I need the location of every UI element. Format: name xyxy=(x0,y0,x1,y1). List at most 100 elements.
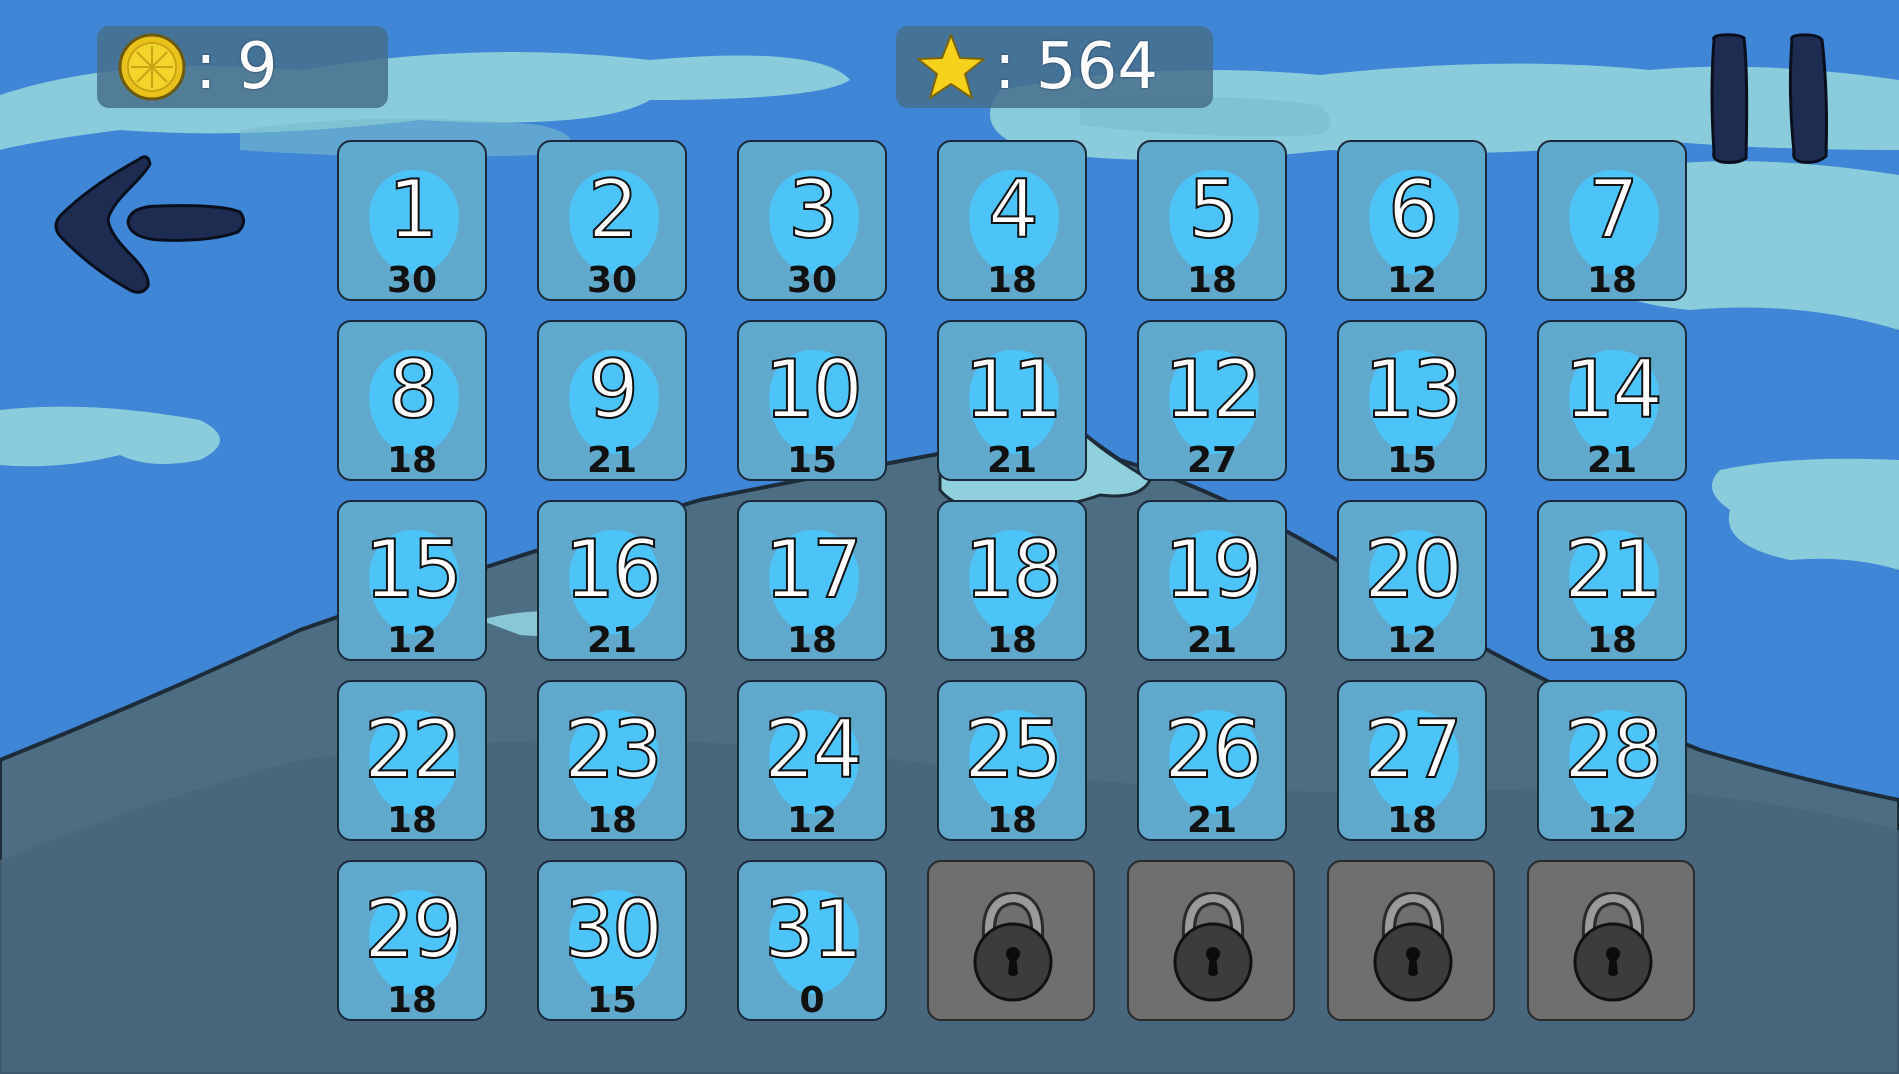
level-star-score: 12 xyxy=(1586,800,1638,841)
level-star-score: 18 xyxy=(786,620,838,661)
level-star-score: 21 xyxy=(986,440,1038,481)
level-tile-19[interactable]: 19 21 xyxy=(1137,500,1287,661)
level-tile-11[interactable]: 11 21 xyxy=(937,320,1087,481)
level-number: 30 xyxy=(563,883,664,976)
level-star-score: 18 xyxy=(1186,260,1238,301)
level-tile-21[interactable]: 21 18 xyxy=(1537,500,1687,661)
level-star-score: 21 xyxy=(1186,800,1238,841)
level-star-score: 30 xyxy=(786,260,838,301)
level-tile-29[interactable]: 29 18 xyxy=(337,860,487,1021)
locked-level-tile[interactable] xyxy=(1127,860,1295,1021)
level-star-score: 15 xyxy=(586,980,638,1021)
level-star-score: 18 xyxy=(386,440,438,481)
level-tile-6[interactable]: 6 12 xyxy=(1337,140,1487,301)
level-tile-2[interactable]: 2 30 xyxy=(537,140,687,301)
level-number: 4 xyxy=(987,163,1040,256)
level-tile-4[interactable]: 4 18 xyxy=(937,140,1087,301)
level-tile-7[interactable]: 7 18 xyxy=(1537,140,1687,301)
level-star-score: 12 xyxy=(1386,260,1438,301)
level-number: 8 xyxy=(387,343,440,436)
level-tile-23[interactable]: 23 18 xyxy=(537,680,687,841)
level-tile-26[interactable]: 26 21 xyxy=(1137,680,1287,841)
level-number: 1 xyxy=(387,163,440,256)
level-number: 20 xyxy=(1363,523,1464,616)
level-number: 14 xyxy=(1563,343,1664,436)
level-star-score: 18 xyxy=(986,260,1038,301)
level-star-score: 21 xyxy=(586,440,638,481)
level-number: 13 xyxy=(1363,343,1464,436)
level-tile-20[interactable]: 20 12 xyxy=(1337,500,1487,661)
coin-counter: : 9 xyxy=(97,26,388,108)
level-tile-25[interactable]: 25 18 xyxy=(937,680,1087,841)
level-star-score: 18 xyxy=(1586,260,1638,301)
level-number: 22 xyxy=(363,703,464,796)
level-star-score: 15 xyxy=(1386,440,1438,481)
level-star-score: 18 xyxy=(586,800,638,841)
level-star-score: 30 xyxy=(586,260,638,301)
level-star-score: 0 xyxy=(799,980,825,1021)
level-number: 15 xyxy=(363,523,464,616)
level-tile-28[interactable]: 28 12 xyxy=(1537,680,1687,841)
padlock-icon xyxy=(973,892,1053,1002)
star-count: : 564 xyxy=(994,30,1159,104)
padlock-icon xyxy=(1373,892,1453,1002)
level-tile-10[interactable]: 10 15 xyxy=(737,320,887,481)
level-tile-17[interactable]: 17 18 xyxy=(737,500,887,661)
level-number: 6 xyxy=(1387,163,1440,256)
level-tile-22[interactable]: 22 18 xyxy=(337,680,487,841)
locked-level-tile[interactable] xyxy=(1327,860,1495,1021)
coin-icon xyxy=(118,33,186,101)
level-number: 29 xyxy=(363,883,464,976)
pause-icon xyxy=(1710,33,1828,164)
level-tile-1[interactable]: 1 30 xyxy=(337,140,487,301)
pause-button[interactable] xyxy=(1708,32,1840,166)
level-number: 9 xyxy=(587,343,640,436)
level-number: 16 xyxy=(563,523,664,616)
locked-level-tile[interactable] xyxy=(927,860,1095,1021)
level-tile-15[interactable]: 15 12 xyxy=(337,500,487,661)
level-star-score: 12 xyxy=(786,800,838,841)
level-number: 18 xyxy=(963,523,1064,616)
padlock-icon xyxy=(1573,892,1653,1002)
level-tile-8[interactable]: 8 18 xyxy=(337,320,487,481)
level-tile-16[interactable]: 16 21 xyxy=(537,500,687,661)
level-star-score: 18 xyxy=(986,620,1038,661)
level-star-score: 18 xyxy=(986,800,1038,841)
locked-level-tile[interactable] xyxy=(1527,860,1695,1021)
level-star-score: 12 xyxy=(386,620,438,661)
level-tile-30[interactable]: 30 15 xyxy=(537,860,687,1021)
level-number: 21 xyxy=(1563,523,1664,616)
level-star-score: 21 xyxy=(1186,620,1238,661)
level-star-score: 21 xyxy=(1586,440,1638,481)
level-tile-27[interactable]: 27 18 xyxy=(1337,680,1487,841)
level-tile-14[interactable]: 14 21 xyxy=(1537,320,1687,481)
level-star-score: 18 xyxy=(386,980,438,1021)
level-number: 3 xyxy=(787,163,840,256)
level-number: 27 xyxy=(1363,703,1464,796)
level-tile-31[interactable]: 31 0 xyxy=(737,860,887,1021)
level-tile-12[interactable]: 12 27 xyxy=(1137,320,1287,481)
level-star-score: 18 xyxy=(1586,620,1638,661)
star-counter: : 564 xyxy=(896,26,1213,108)
star-icon xyxy=(917,34,985,99)
level-star-score: 30 xyxy=(386,260,438,301)
back-button[interactable] xyxy=(50,150,250,300)
level-star-score: 18 xyxy=(386,800,438,841)
level-number: 28 xyxy=(1563,703,1664,796)
level-select-screen: : 9 : 564 1 30 2 30 3 30 4 18 5 18 6 12 7 18 8 18 9 21 10 1… xyxy=(0,0,1899,1074)
level-tile-9[interactable]: 9 21 xyxy=(537,320,687,481)
level-tile-24[interactable]: 24 12 xyxy=(737,680,887,841)
level-star-score: 18 xyxy=(1386,800,1438,841)
level-number: 11 xyxy=(963,343,1064,436)
level-star-score: 27 xyxy=(1186,440,1238,481)
level-number: 26 xyxy=(1163,703,1264,796)
level-number: 25 xyxy=(963,703,1064,796)
level-tile-3[interactable]: 3 30 xyxy=(737,140,887,301)
level-number: 10 xyxy=(763,343,864,436)
level-star-score: 12 xyxy=(1386,620,1438,661)
level-tile-13[interactable]: 13 15 xyxy=(1337,320,1487,481)
level-number: 31 xyxy=(763,883,864,976)
level-number: 7 xyxy=(1587,163,1640,256)
level-tile-5[interactable]: 5 18 xyxy=(1137,140,1287,301)
level-tile-18[interactable]: 18 18 xyxy=(937,500,1087,661)
